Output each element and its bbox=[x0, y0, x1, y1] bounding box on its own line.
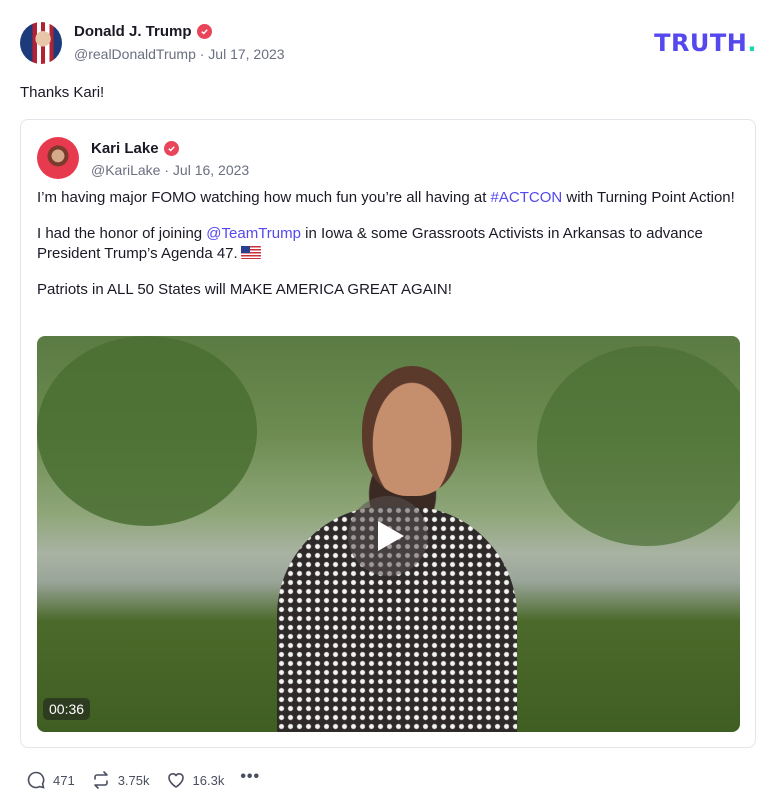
reply-icon bbox=[27, 771, 45, 789]
quote-avatar[interactable] bbox=[37, 137, 79, 179]
retruth-button[interactable]: 3.75k bbox=[91, 770, 150, 790]
quote-text: I had the honor of joining bbox=[37, 225, 207, 242]
reply-button[interactable]: 471 bbox=[26, 770, 75, 790]
video-background bbox=[37, 336, 257, 526]
avatar[interactable] bbox=[20, 22, 62, 64]
quote-text: with Turning Point Action! bbox=[562, 189, 735, 206]
video-duration: 00:36 bbox=[43, 698, 91, 720]
post-text: Thanks Kari! bbox=[20, 84, 105, 101]
like-count: 16.3k bbox=[192, 772, 225, 788]
play-button[interactable] bbox=[348, 496, 428, 576]
video-background bbox=[537, 346, 740, 546]
quote-paragraph-3: Patriots in ALL 50 States will MAKE AMER… bbox=[37, 281, 452, 298]
truth-logo[interactable]: TRUTH. bbox=[654, 29, 757, 57]
author-name-row[interactable]: Donald J. Trump bbox=[74, 23, 212, 40]
verified-icon bbox=[196, 24, 212, 39]
retruth-icon bbox=[93, 771, 108, 789]
post-header: Donald J. Trump @realDonaldTrump · Jul 1… bbox=[20, 22, 757, 66]
like-icon bbox=[167, 773, 184, 788]
quote-handle-date[interactable]: @KariLake · Jul 16, 2023 bbox=[91, 162, 249, 178]
play-icon bbox=[378, 521, 404, 551]
author-name[interactable]: Donald J. Trump bbox=[74, 23, 192, 40]
quote-body: I’m having major FOMO watching how much … bbox=[37, 188, 737, 316]
mention-link[interactable]: @TeamTrump bbox=[206, 225, 301, 242]
author-handle-date[interactable]: @realDonaldTrump · Jul 17, 2023 bbox=[74, 46, 285, 62]
reply-count: 471 bbox=[53, 772, 75, 788]
quote-text: I’m having major FOMO watching how much … bbox=[37, 189, 491, 206]
action-bar: 471 3.75k 16.3k ••• bbox=[26, 768, 260, 791]
like-button[interactable]: 16.3k bbox=[166, 770, 225, 790]
us-flag-icon bbox=[240, 246, 261, 259]
quote-author-name[interactable]: Kari Lake bbox=[91, 140, 159, 157]
quoted-post[interactable]: Kari Lake @KariLake · Jul 16, 2023 I’m h… bbox=[20, 119, 756, 748]
video-subject bbox=[362, 366, 462, 496]
quote-author-row[interactable]: Kari Lake bbox=[91, 140, 179, 157]
quote-paragraph-1: I’m having major FOMO watching how much … bbox=[37, 188, 737, 208]
quote-paragraph-2: I had the honor of joining @TeamTrump in… bbox=[37, 224, 737, 264]
more-icon[interactable]: ••• bbox=[240, 768, 260, 786]
video-player[interactable]: 00:36 bbox=[37, 336, 740, 732]
retruth-count: 3.75k bbox=[117, 772, 150, 788]
hashtag-link[interactable]: #ACTCON bbox=[491, 189, 563, 206]
verified-icon bbox=[163, 141, 179, 156]
